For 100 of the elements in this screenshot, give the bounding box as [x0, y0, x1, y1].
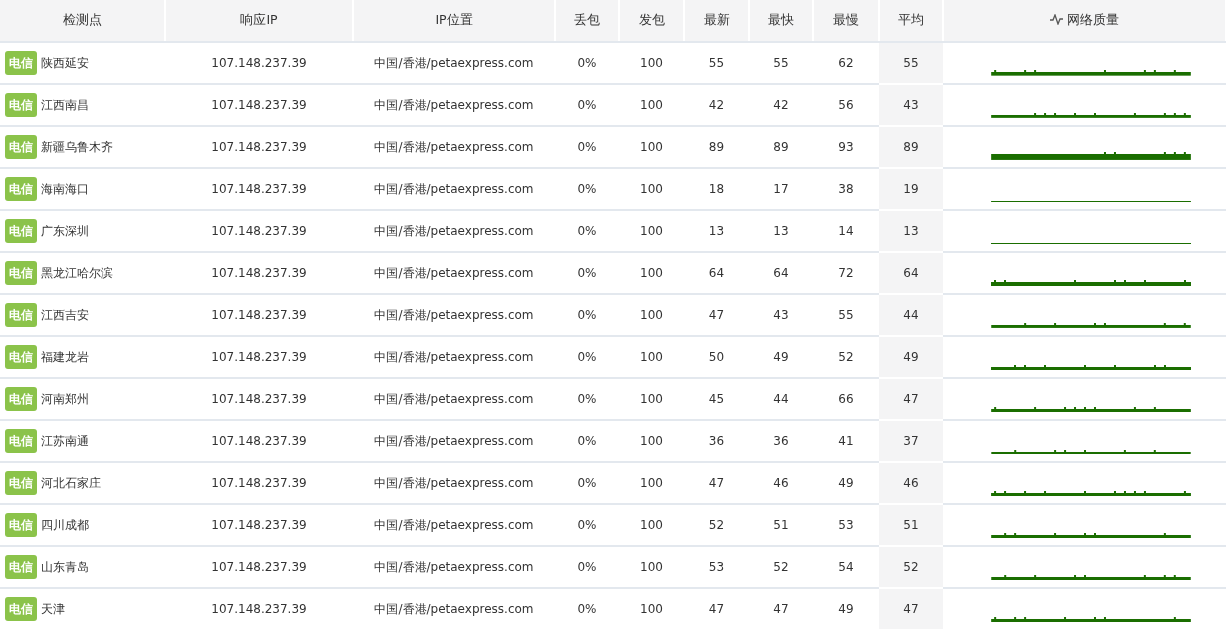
fastest-latency: 17: [773, 182, 789, 196]
packet-loss: 0%: [577, 182, 597, 196]
slowest-latency: 53: [838, 518, 854, 532]
ip-address: 107.148.237.39: [211, 476, 307, 490]
latest-latency: 52: [708, 518, 725, 532]
ip-location: 中国/香港/petaexpress.com: [374, 140, 534, 154]
node-name: 广东深圳: [41, 224, 89, 238]
isp-tag: 电信: [5, 513, 37, 537]
ip-address: 107.148.237.39: [211, 140, 307, 154]
average-latency: 49: [903, 350, 919, 364]
ip-location: 中国/香港/petaexpress.com: [374, 224, 534, 238]
fastest-latency: 51: [773, 518, 789, 532]
column-header: 响应IP: [240, 12, 278, 28]
slowest-latency: 66: [838, 392, 854, 406]
node-name: 江西南昌: [41, 98, 89, 112]
slowest-latency: 72: [838, 266, 854, 280]
slowest-latency: 62: [838, 56, 854, 70]
ip-address: 107.148.237.39: [211, 266, 307, 280]
ip-location: 中国/香港/petaexpress.com: [374, 98, 534, 112]
column-header: 最新: [703, 12, 730, 28]
isp-tag: 电信: [5, 387, 37, 411]
slowest-latency: 49: [838, 602, 854, 616]
ip-location: 中国/香港/petaexpress.com: [374, 308, 534, 322]
node-name: 四川成都: [41, 518, 89, 532]
fastest-latency: 55: [773, 56, 789, 70]
packet-loss: 0%: [577, 602, 597, 616]
ip-address: 107.148.237.39: [211, 224, 307, 238]
isp-tag: 电信: [5, 555, 37, 579]
fastest-latency: 36: [773, 434, 789, 448]
column-header: 检测点: [62, 12, 102, 28]
pulse-icon: [1050, 14, 1063, 26]
packets-sent: 100: [640, 182, 663, 196]
slowest-latency: 52: [838, 350, 854, 364]
packets-sent: 100: [640, 98, 663, 112]
packet-loss: 0%: [577, 476, 597, 490]
isp-tag: 电信: [5, 219, 37, 243]
fastest-latency: 44: [773, 392, 789, 406]
slowest-latency: 14: [838, 224, 854, 238]
node-name: 山东青岛: [41, 560, 89, 574]
packet-loss: 0%: [577, 434, 597, 448]
packet-loss: 0%: [577, 518, 597, 532]
fastest-latency: 89: [773, 140, 789, 154]
column-header: 最慢: [833, 12, 859, 28]
latest-latency: 45: [708, 392, 725, 406]
ip-address: 107.148.237.39: [211, 182, 307, 196]
node-name: 黑龙江哈尔滨: [41, 266, 113, 280]
average-latency: 64: [903, 266, 919, 280]
node-name: 天津: [41, 602, 65, 616]
fastest-latency: 64: [773, 266, 789, 280]
average-latency: 44: [903, 308, 919, 322]
latest-latency: 50: [708, 350, 725, 364]
isp-tag: 电信: [5, 51, 37, 75]
slowest-latency: 56: [838, 98, 854, 112]
ip-location: 中国/香港/petaexpress.com: [374, 434, 534, 448]
latest-latency: 47: [708, 308, 725, 322]
isp-tag: 电信: [5, 471, 37, 495]
column-header: IP位置: [435, 12, 473, 28]
isp-tag: 电信: [5, 303, 37, 327]
fastest-latency: 52: [773, 560, 789, 574]
isp-tag: 电信: [5, 429, 37, 453]
fastest-latency: 47: [773, 602, 789, 616]
slowest-latency: 54: [838, 560, 854, 574]
packets-sent: 100: [640, 560, 663, 574]
latest-latency: 36: [708, 434, 725, 448]
fastest-latency: 43: [773, 308, 789, 322]
average-latency: 47: [903, 602, 919, 616]
latest-latency: 13: [708, 224, 725, 238]
ip-address: 107.148.237.39: [211, 350, 307, 364]
ip-location: 中国/香港/petaexpress.com: [374, 518, 534, 532]
isp-tag: 电信: [5, 135, 37, 159]
node-name: 福建龙岩: [41, 350, 89, 364]
latest-latency: 64: [708, 266, 725, 280]
packets-sent: 100: [640, 350, 663, 364]
average-latency: 19: [903, 182, 919, 196]
node-name: 陕西延安: [41, 56, 89, 70]
packets-sent: 100: [640, 518, 663, 532]
column-header: 发包: [638, 12, 665, 28]
node-name: 海南海口: [41, 182, 89, 196]
ip-address: 107.148.237.39: [211, 602, 307, 616]
ip-location: 中国/香港/petaexpress.com: [374, 350, 534, 364]
average-latency: 46: [903, 476, 919, 490]
ip-address: 107.148.237.39: [211, 98, 307, 112]
isp-tag: 电信: [5, 261, 37, 285]
ip-location: 中国/香港/petaexpress.com: [374, 560, 534, 574]
average-latency: 43: [903, 98, 919, 112]
ip-address: 107.148.237.39: [211, 560, 307, 574]
fastest-latency: 42: [773, 98, 789, 112]
average-latency: 55: [903, 56, 919, 70]
packet-loss: 0%: [577, 560, 597, 574]
average-latency: 89: [903, 140, 919, 154]
isp-tag: 电信: [5, 345, 37, 369]
isp-tag: 电信: [5, 93, 37, 117]
slowest-latency: 55: [838, 308, 854, 322]
slowest-latency: 49: [838, 476, 854, 490]
latest-latency: 47: [708, 602, 725, 616]
packet-loss: 0%: [577, 56, 597, 70]
packet-loss: 0%: [577, 392, 597, 406]
column-header: 网络质量: [1067, 12, 1119, 28]
average-latency: 51: [903, 518, 919, 532]
isp-tag: 电信: [5, 597, 37, 621]
